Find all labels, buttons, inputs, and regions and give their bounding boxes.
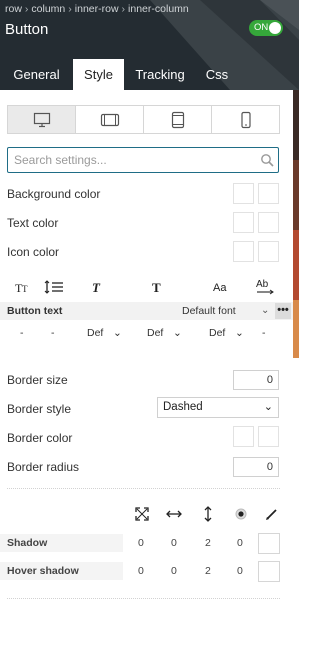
expand-icon (134, 506, 150, 522)
search-input[interactable] (14, 152, 244, 168)
border-radius-label: Border radius (7, 460, 80, 474)
breadcrumb: row › column › inner-row › inner-column (5, 3, 189, 15)
border-style-value: Dashed (163, 401, 203, 413)
button-text-label: Button text (7, 305, 63, 317)
font-style-select[interactable]: Def (87, 327, 103, 339)
letter-spacing-value[interactable]: - (262, 327, 266, 339)
svg-text:T: T (92, 280, 101, 294)
font-weight-select[interactable]: Def (147, 327, 163, 339)
svg-text:Aa: Aa (213, 282, 227, 294)
tab-tracking[interactable]: Tracking (124, 59, 196, 90)
background-color-hover-swatch[interactable] (258, 183, 279, 204)
breadcrumb-separator: › (121, 3, 126, 15)
border-style-label: Border style (7, 402, 72, 416)
search-icon (261, 154, 274, 167)
breadcrumb-separator: › (68, 3, 72, 15)
tab-bar: General Style Tracking Css (0, 59, 238, 90)
hover-shadow-y-value[interactable]: 0 (171, 565, 177, 577)
breadcrumb-separator: › (24, 3, 29, 15)
device-mobile-button[interactable] (212, 106, 279, 133)
text-transform-select[interactable]: Def (209, 327, 225, 339)
radio-dot-icon (233, 506, 249, 522)
section-divider (7, 598, 280, 599)
shadow-spread-value[interactable]: 0 (237, 537, 243, 549)
device-tablet-portrait-button[interactable] (144, 106, 212, 133)
chevron-down-icon: ⌄ (113, 327, 122, 339)
mobile-icon (240, 111, 251, 128)
border-size-input[interactable]: 0 (233, 370, 279, 390)
tablet-portrait-icon (171, 111, 184, 128)
more-options-button[interactable]: ••• (275, 303, 291, 319)
breadcrumb-item-inner-row[interactable]: inner-row (75, 3, 119, 15)
shadow-x-value[interactable]: 0 (138, 537, 144, 549)
background-color-swatch[interactable] (233, 183, 254, 204)
panel-header: row › column › inner-row › inner-column Button… (0, 0, 299, 90)
page-title: Button (5, 21, 49, 38)
svg-text:T: T (152, 280, 161, 294)
font-size-value[interactable]: - (20, 327, 24, 339)
shadow-label: Shadow (7, 537, 48, 549)
icon-color-swatch[interactable] (233, 241, 254, 262)
line-height-icon (44, 280, 63, 294)
device-tablet-landscape-button[interactable] (76, 106, 144, 133)
icon-color-label: Icon color (7, 245, 60, 259)
text-color-hover-swatch[interactable] (258, 212, 279, 233)
text-color-label: Text color (7, 216, 59, 230)
border-color-label: Border color (7, 431, 73, 445)
breadcrumb-item-row[interactable]: row (5, 3, 22, 15)
enable-toggle[interactable]: ON (249, 20, 283, 36)
line-height-value[interactable]: - (51, 327, 55, 339)
border-radius-input[interactable]: 0 (233, 457, 279, 477)
tab-style[interactable]: Style (73, 59, 124, 90)
hover-shadow-spread-value[interactable]: 0 (237, 565, 243, 577)
horizontal-arrows-icon (166, 506, 182, 522)
bold-icon: T (152, 280, 161, 294)
icon-color-hover-swatch[interactable] (258, 241, 279, 262)
hover-shadow-x-value[interactable]: 0 (138, 565, 144, 577)
hover-shadow-row: Hover shadow 0 0 2 0 (0, 562, 253, 580)
border-color-swatch[interactable] (233, 426, 254, 447)
shadow-row: Shadow 0 0 2 0 (0, 534, 253, 552)
chevron-down-icon: ⌄ (261, 305, 270, 316)
pencil-icon (263, 506, 279, 522)
section-divider (7, 488, 280, 489)
font-size-icon: TT (15, 281, 28, 294)
text-color-swatch[interactable] (233, 212, 254, 233)
svg-text:T: T (22, 284, 28, 294)
text-transform-icon: Aa (213, 282, 227, 294)
font-family-select[interactable]: Default font (182, 305, 236, 317)
border-size-label: Border size (7, 373, 68, 387)
background-color-label: Background color (7, 187, 101, 201)
chevron-down-icon: ⌄ (173, 327, 182, 339)
hover-shadow-color-swatch[interactable] (258, 561, 280, 582)
tablet-landscape-icon (100, 113, 119, 126)
border-color-hover-swatch[interactable] (258, 426, 279, 447)
shadow-color-swatch[interactable] (258, 533, 280, 554)
device-desktop-button[interactable] (8, 106, 76, 133)
chevron-down-icon: ⌄ (235, 327, 244, 339)
italic-icon: T (92, 280, 101, 294)
device-switcher (7, 105, 280, 134)
toggle-label: ON (254, 22, 269, 33)
hover-shadow-blur-value[interactable]: 2 (205, 565, 211, 577)
shadow-y-value[interactable]: 0 (171, 537, 177, 549)
tab-css[interactable]: Css (196, 59, 238, 90)
breadcrumb-item-column[interactable]: column (31, 3, 65, 15)
border-style-select[interactable]: Dashed ⌄ (157, 397, 279, 418)
svg-text:Ab: Ab (256, 279, 269, 290)
search-settings (7, 147, 279, 173)
toggle-knob (269, 22, 281, 34)
shadow-blur-value[interactable]: 2 (205, 537, 211, 549)
button-text-row: Button text Default font ⌄ ••• (0, 302, 293, 320)
breadcrumb-item-inner-column[interactable]: inner-column (128, 3, 189, 15)
hover-shadow-label: Hover shadow (7, 565, 79, 577)
desktop-icon (33, 112, 50, 127)
chevron-down-icon: ⌄ (263, 401, 273, 413)
letter-spacing-icon: Ab (256, 279, 274, 295)
tab-general[interactable]: General (0, 59, 73, 90)
canvas-preview-strip (293, 90, 299, 358)
vertical-arrows-icon (200, 506, 216, 522)
